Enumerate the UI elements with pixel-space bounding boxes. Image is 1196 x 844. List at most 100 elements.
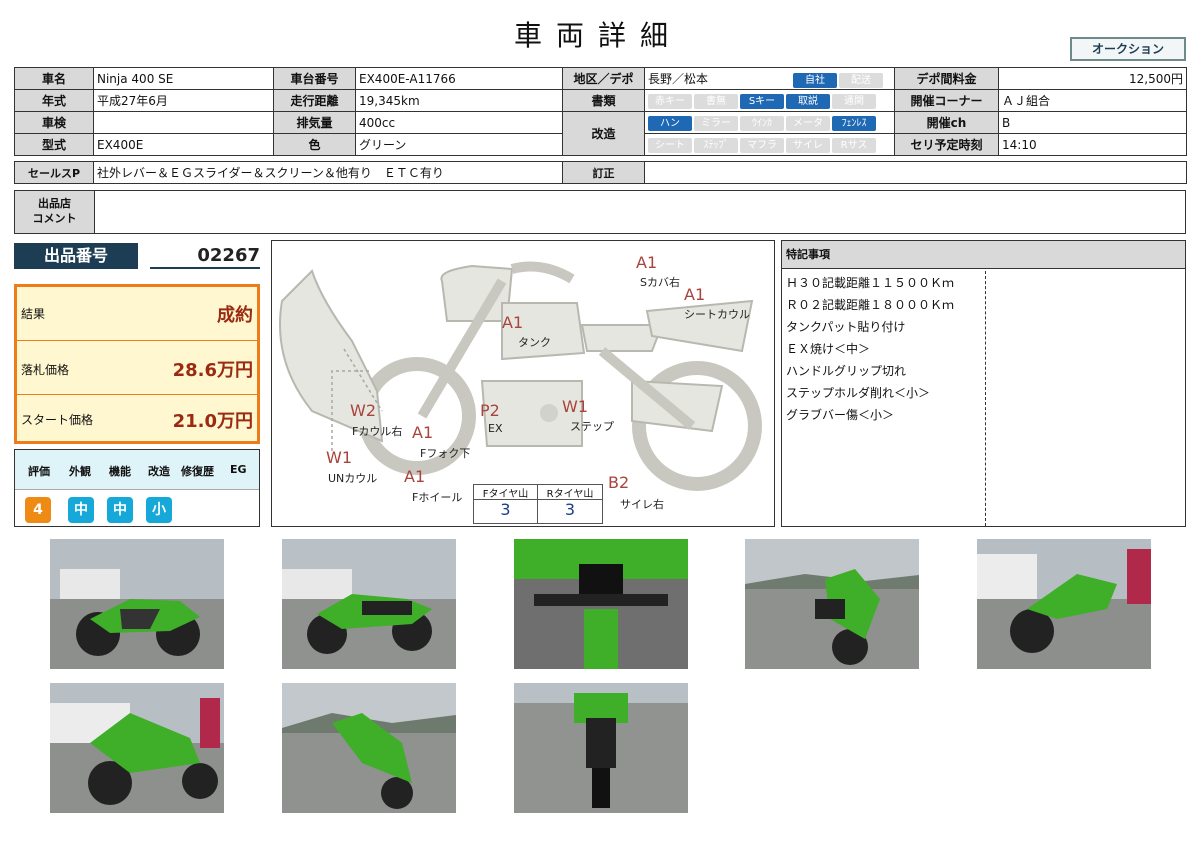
sales-table: セールスP 社外レバー＆ＥＧスライダー＆スクリーン＆他有り ＥＴＣ有り 訂正 bbox=[14, 161, 1187, 184]
notes-box: 特記事項 Ｈ３０記載距離１１５００Ｋｍ Ｒ０２記載距離１８０００Ｋｍ タンクパッ… bbox=[781, 240, 1186, 527]
dmg-code-step: W1 bbox=[562, 397, 588, 416]
mileage-value: 19,345km bbox=[355, 89, 563, 112]
grade-exterior-badge: 中 bbox=[68, 497, 94, 523]
comment-label: 出品店 コメント bbox=[15, 191, 95, 233]
tag-fenderless: ﾌｪﾝﾚｽ bbox=[832, 115, 876, 131]
comment-label-line1: 出品店 bbox=[38, 197, 71, 210]
tag-no-docs: 書無 bbox=[694, 93, 738, 109]
page-title: 車両詳細 bbox=[513, 19, 682, 52]
result-box: 結果 成約 落札価格 28.6万円 スタート価格 21.0万円 bbox=[14, 284, 260, 444]
start-row: スタート価格 21.0万円 bbox=[17, 395, 257, 441]
tag-rear-sus: Rサス bbox=[832, 137, 876, 153]
note-line: ハンドルグリップ切れ bbox=[786, 364, 907, 378]
result-value: 成約 bbox=[217, 305, 253, 326]
comment-label-line2: コメント bbox=[32, 212, 77, 225]
dmg-code-fwheel: A1 bbox=[404, 467, 426, 486]
dmg-code-tank: A1 bbox=[502, 313, 524, 332]
mod-cell-2: シート ｽﾃｯﾌﾟ マフラ サイレ Rサス bbox=[644, 133, 895, 156]
note-line: Ｒ０２記載距離１８０００Ｋｍ bbox=[786, 298, 955, 312]
dmg-code-ex: P2 bbox=[480, 401, 500, 420]
tag-own: 自社 bbox=[793, 72, 837, 88]
dmg-code-scover: A1 bbox=[636, 253, 658, 272]
tire-table: Fタイヤ山 Rタイヤ山 3 3 bbox=[473, 484, 603, 524]
docs-label: 書類 bbox=[562, 89, 645, 112]
note-line: ステップホルダ削れ＜小＞ bbox=[786, 386, 931, 400]
mileage-label: 走行距離 bbox=[273, 89, 356, 112]
tag-mirror: ミラー bbox=[694, 115, 738, 131]
photo-8[interactable] bbox=[514, 683, 688, 813]
mod-cell-1: ハン ミラー ｳｲﾝｶ メータ ﾌｪﾝﾚｽ bbox=[644, 111, 895, 134]
grade-h-overall: 評価 bbox=[28, 465, 50, 478]
tag-silencer: サイレ bbox=[786, 137, 830, 153]
start-label: スタート価格 bbox=[21, 413, 94, 427]
dmg-code-silencer: B2 bbox=[608, 473, 630, 492]
dmg-code-ffork: A1 bbox=[412, 423, 434, 442]
photo-4[interactable] bbox=[745, 539, 919, 669]
tag-step: ｽﾃｯﾌﾟ bbox=[694, 137, 738, 153]
dmg-label-undercowl: UNカウル bbox=[328, 472, 378, 485]
time-label: セリ予定時刻 bbox=[894, 133, 999, 156]
frame-value: EX400E-A11766 bbox=[355, 67, 563, 90]
tag-muffler: マフラ bbox=[740, 137, 784, 153]
grade-h-exterior: 外観 bbox=[69, 465, 91, 478]
tag-red-key: 赤キー bbox=[648, 93, 692, 109]
inspection-value bbox=[93, 111, 274, 134]
grade-header: 評価 外観 機能 改造 修復歴 EG bbox=[15, 450, 259, 490]
corner-value: ＡＪ組合 bbox=[998, 89, 1187, 112]
time-value: 14:10 bbox=[998, 133, 1187, 156]
note-line: タンクパット貼り付け bbox=[786, 320, 906, 334]
result-row: 結果 成約 bbox=[17, 287, 257, 341]
depot-fee-label: デポ間料金 bbox=[894, 67, 999, 90]
grade-box: 評価 外観 機能 改造 修復歴 EG 4 中 中 小 bbox=[14, 449, 260, 527]
grade-mod-badge: 小 bbox=[146, 497, 172, 523]
note-line: グラブバー傷＜小＞ bbox=[786, 408, 895, 422]
tag-s-key: Sキー bbox=[740, 93, 784, 109]
dmg-code-undercowl: W1 bbox=[326, 448, 352, 467]
notes-title: 特記事項 bbox=[782, 241, 1185, 269]
name-value: Ninja 400 SE bbox=[93, 67, 274, 90]
dmg-label-tank: タンク bbox=[518, 336, 551, 349]
tag-seat: シート bbox=[648, 137, 692, 153]
tag-meter: メータ bbox=[786, 115, 830, 131]
year-label: 年式 bbox=[14, 89, 94, 112]
grade-function-badge: 中 bbox=[107, 497, 133, 523]
photo-3[interactable] bbox=[514, 539, 688, 669]
year-value: 平成27年6月 bbox=[93, 89, 274, 112]
photo-5[interactable] bbox=[977, 539, 1151, 669]
lot-number: 02267 bbox=[150, 243, 260, 269]
tire-f-label: Fタイヤ山 bbox=[474, 485, 538, 500]
lot-label: 出品番号 bbox=[14, 243, 138, 269]
bid-label: 落札価格 bbox=[21, 363, 70, 377]
displacement-value: 400cc bbox=[355, 111, 563, 134]
sales-label: セールスP bbox=[14, 161, 94, 184]
channel-value: B bbox=[998, 111, 1187, 134]
color-label: 色 bbox=[273, 133, 356, 156]
displacement-label: 排気量 bbox=[273, 111, 356, 134]
dmg-label-step: ステップ bbox=[570, 420, 614, 433]
tag-manual: 取説 bbox=[786, 93, 830, 109]
tire-r-value: 3 bbox=[564, 500, 576, 519]
tire-r-label: Rタイヤ山 bbox=[538, 485, 602, 500]
tag-delivery: 配送 bbox=[839, 72, 883, 88]
photo-1[interactable] bbox=[50, 539, 224, 669]
dmg-label-scover: Sカバ右 bbox=[640, 276, 680, 289]
photo-6[interactable] bbox=[50, 683, 224, 813]
start-value: 21.0万円 bbox=[172, 411, 253, 432]
grade-h-mod: 改造 bbox=[148, 465, 170, 478]
photo-7[interactable] bbox=[282, 683, 456, 813]
color-value: グリーン bbox=[355, 133, 563, 156]
mod-label: 改造 bbox=[562, 111, 645, 156]
docs-cell: 赤キー 書無 Sキー 取説 通関 bbox=[644, 89, 895, 112]
region-cell: 長野／松本 自社 配送 bbox=[644, 67, 895, 90]
auction-button[interactable]: オークション bbox=[1070, 37, 1186, 61]
grade-overall-badge: 4 bbox=[25, 497, 51, 523]
photo-2[interactable] bbox=[282, 539, 456, 669]
region-value: 長野／松本 bbox=[648, 71, 709, 86]
bid-row: 落札価格 28.6万円 bbox=[17, 341, 257, 395]
dmg-code-seatcowl: A1 bbox=[684, 285, 706, 304]
region-label: 地区／デポ bbox=[562, 67, 645, 90]
correction-label: 訂正 bbox=[562, 161, 645, 184]
bid-value: 28.6万円 bbox=[172, 360, 253, 381]
dmg-label-silencer: サイレ右 bbox=[620, 498, 664, 511]
grade-h-repair: 修復歴 bbox=[181, 465, 214, 478]
